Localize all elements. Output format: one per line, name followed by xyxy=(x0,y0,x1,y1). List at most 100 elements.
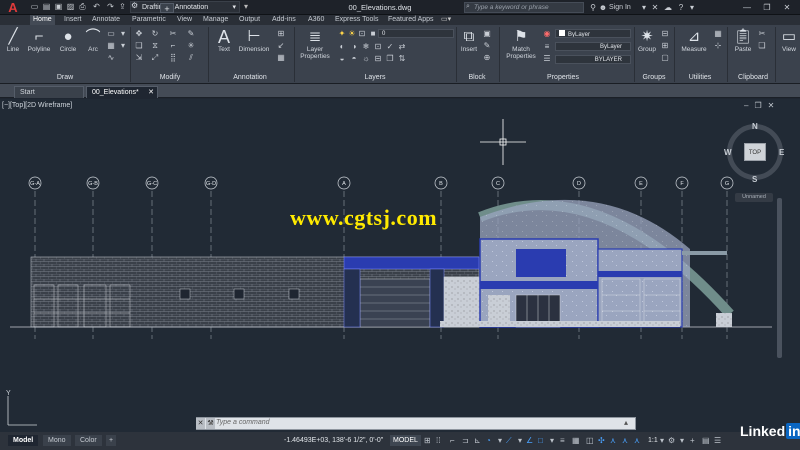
application-menu-button[interactable]: A xyxy=(2,0,24,15)
leader-icon[interactable]: ↙ xyxy=(276,41,286,50)
copy-icon[interactable]: ❏ xyxy=(134,41,144,50)
modify-panel-title[interactable]: Modify xyxy=(140,73,200,82)
tab-parametric[interactable]: Parametric xyxy=(129,15,169,25)
compass-south[interactable]: S xyxy=(752,175,757,184)
trim-icon[interactable]: ✂ xyxy=(168,29,178,38)
circle-button[interactable]: ● Circle xyxy=(56,28,80,53)
explode-icon[interactable]: ✳ xyxy=(186,41,196,50)
chevron-down-icon[interactable]: ▾ xyxy=(244,2,248,11)
arc-button[interactable]: ⌒ Arc xyxy=(82,28,104,53)
annotation-scale-icon[interactable]: ⋏ xyxy=(634,436,640,445)
transparency-icon[interactable]: ▦ xyxy=(572,436,580,445)
offset-icon[interactable]: ⫽ xyxy=(186,53,196,62)
navigation-bar[interactable] xyxy=(777,198,782,358)
add-layout-button[interactable]: + xyxy=(106,435,117,446)
annotation-scale[interactable]: 1:1 xyxy=(648,437,658,444)
chevron-down-icon[interactable]: ▾ xyxy=(660,436,664,445)
tab-a360[interactable]: A360 xyxy=(305,15,327,25)
tab-express-tools[interactable]: Express Tools xyxy=(332,15,381,25)
copy-clip-icon[interactable]: ❏ xyxy=(757,41,767,50)
group-button[interactable]: ✷ Group xyxy=(636,28,658,53)
tab-add-ins[interactable]: Add-ins xyxy=(269,15,299,25)
chevron-down-icon[interactable]: ▾ xyxy=(640,2,648,13)
stretch-icon[interactable]: ⇲ xyxy=(134,53,144,62)
chevron-down-icon[interactable]: ▾ xyxy=(498,436,502,445)
close-icon[interactable]: ✕ xyxy=(780,2,794,13)
layer-unisolate-icon[interactable]: ◓ xyxy=(349,54,359,63)
layer-walk-icon[interactable]: ⇅ xyxy=(397,54,407,63)
new-tab-button[interactable]: + xyxy=(160,3,174,14)
ortho-icon[interactable]: ⊾ xyxy=(474,436,481,445)
lineweight-icon[interactable]: ≡ xyxy=(560,436,565,445)
tab-featured-apps[interactable]: Featured Apps xyxy=(385,15,437,25)
layers-panel-title[interactable]: Layers xyxy=(350,73,400,82)
text-button[interactable]: A Text xyxy=(212,28,236,53)
chevron-down-icon[interactable]: ▾ xyxy=(688,2,696,13)
rectangle-icon[interactable]: ▭ xyxy=(106,29,116,38)
search-input[interactable]: Type a keyword or phrase xyxy=(464,2,584,13)
saveas-icon[interactable]: ▨ xyxy=(66,2,75,12)
tab-annotate[interactable]: Annotate xyxy=(89,15,123,25)
layer-lock-icon[interactable]: ⊡ xyxy=(373,42,383,51)
compass-east[interactable]: E xyxy=(779,148,784,157)
layer-freeze-icon[interactable]: ❄ xyxy=(361,42,371,51)
exchange-icon[interactable]: ✕ xyxy=(650,2,660,13)
tab-start[interactable]: Start xyxy=(14,86,84,98)
command-input[interactable]: Type a command xyxy=(216,419,270,426)
chevron-down-icon[interactable]: ▾ xyxy=(680,436,684,445)
tab-view[interactable]: View xyxy=(174,15,195,25)
move-icon[interactable]: ✥ xyxy=(134,29,144,38)
spline-icon[interactable]: ∿ xyxy=(106,53,116,62)
sign-in-button[interactable]: Sign In xyxy=(609,2,631,13)
annotation-visibility-icon[interactable]: ⋏ xyxy=(610,436,616,445)
dynamic-input-icon[interactable]: ⊐ xyxy=(462,436,469,445)
match-properties-button[interactable]: ⚑ Match Properties xyxy=(502,28,540,60)
tab-home[interactable]: Home xyxy=(30,15,55,25)
print-icon[interactable]: ⎙ xyxy=(78,2,87,12)
viewcube-top-face[interactable]: TOP xyxy=(744,143,766,161)
measure-button[interactable]: ⊿ Measure xyxy=(677,28,711,53)
dimension-button[interactable]: ⊢ Dimension xyxy=(236,28,272,53)
object-snap-icon[interactable]: □ xyxy=(538,436,543,445)
workspace-dropdown[interactable]: Drafting & Annotation ▾ xyxy=(130,1,240,13)
block-panel-title[interactable]: Block xyxy=(462,73,492,82)
line-button[interactable]: ╱ Line xyxy=(3,28,23,53)
compass-north[interactable]: N xyxy=(752,122,758,131)
chevron-down-icon[interactable]: ▾ xyxy=(550,436,554,445)
draw-panel-title[interactable]: Draw xyxy=(40,73,90,82)
match-layer-icon[interactable]: ⇄ xyxy=(397,42,407,51)
layer-dropdown[interactable]: 0 xyxy=(378,29,454,38)
chevron-up-icon[interactable]: ▴ xyxy=(624,418,628,427)
layer-off-icon[interactable]: ◐ xyxy=(337,42,347,51)
polar-icon[interactable]: ◔ xyxy=(486,436,491,445)
layer-isolate-icon[interactable]: ◑ xyxy=(349,42,359,51)
layer-thaw-icon[interactable]: ☼ xyxy=(361,54,371,63)
annotation-monitor-icon[interactable]: + xyxy=(690,436,695,445)
calculator-icon[interactable]: ▦ xyxy=(713,29,723,38)
hatch-icon[interactable]: ▦ xyxy=(106,41,116,50)
object-snap-tracking-icon[interactable]: ∠ xyxy=(526,436,533,445)
copy-layer-icon[interactable]: ❐ xyxy=(385,54,395,63)
tab-color[interactable]: Color xyxy=(75,435,102,446)
group-edit-icon[interactable]: ⊞ xyxy=(660,41,670,50)
array-icon[interactable]: ⣿ xyxy=(168,53,178,62)
units-icon[interactable]: ▤ xyxy=(702,436,710,445)
help-icon[interactable]: ? xyxy=(676,2,686,13)
groups-panel-title[interactable]: Groups xyxy=(636,73,672,82)
chevron-down-icon[interactable]: ▾ xyxy=(518,436,522,445)
insert-button[interactable]: ⧉ Insert xyxy=(459,28,479,53)
mirror-icon[interactable]: ⧖ xyxy=(150,41,160,50)
ribbon-options-icon[interactable]: ▭▾ xyxy=(438,15,454,25)
grid-icon[interactable]: ⊞ xyxy=(424,436,431,445)
binoculars-icon[interactable]: ⚲ xyxy=(589,2,597,13)
minimize-icon[interactable]: — xyxy=(740,2,754,13)
isodraft-icon[interactable]: ⟋ xyxy=(506,436,512,446)
make-current-icon[interactable]: ✓ xyxy=(385,42,395,51)
polyline-button[interactable]: ⌐ Polyline xyxy=(24,28,54,53)
linetype-dropdown[interactable]: ByLayer xyxy=(555,42,631,51)
quick-select-icon[interactable]: ⊹ xyxy=(713,41,723,50)
open-icon[interactable]: ▤ xyxy=(42,2,51,12)
color-dropdown[interactable]: ByLayer xyxy=(555,29,631,38)
tab-model[interactable]: Model xyxy=(8,435,39,446)
clipboard-panel-title[interactable]: Clipboard xyxy=(732,73,774,82)
